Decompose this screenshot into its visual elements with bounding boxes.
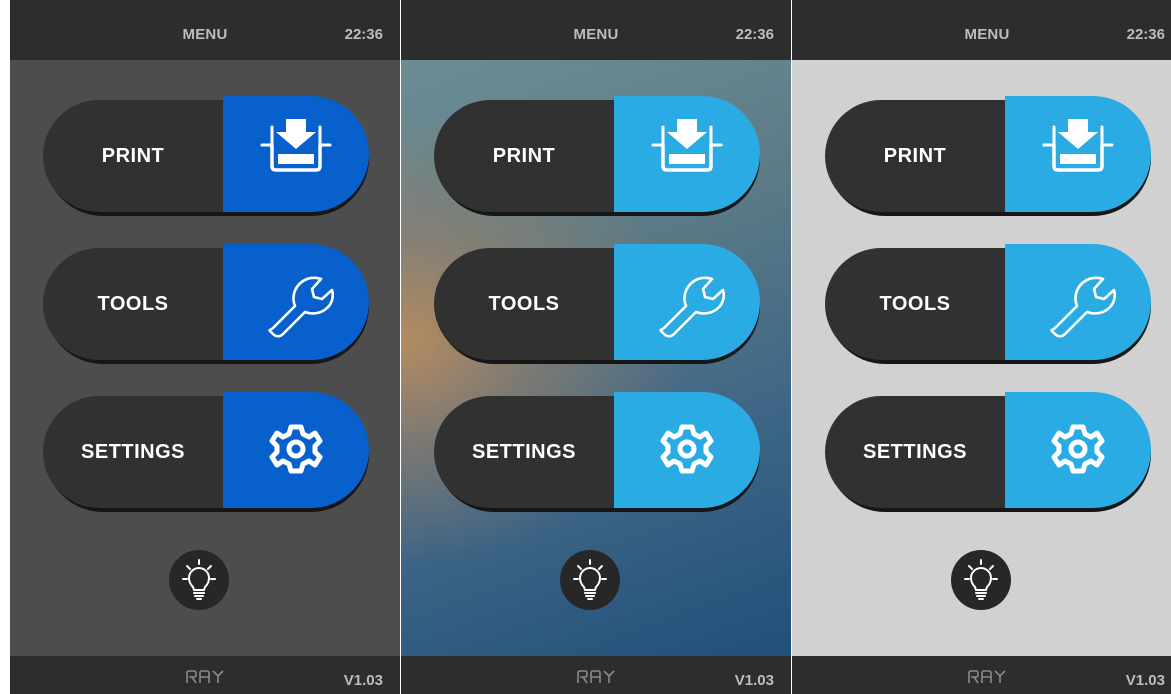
variant-panels: MENU 22:36 PRINT TOOLS SETTINGS V1.03 ME… <box>0 0 1171 694</box>
ray-logo <box>576 668 616 684</box>
print-download-icon <box>614 96 760 212</box>
settings-label: SETTINGS <box>862 441 967 463</box>
tools-icon-area <box>1005 244 1151 360</box>
settings-label: SETTINGS <box>80 441 185 463</box>
print-label: PRINT <box>101 145 165 167</box>
settings-icon-area <box>223 392 369 508</box>
ray-logo <box>185 668 225 684</box>
screen-title: MENU <box>964 26 1010 43</box>
version-label: V1.03 <box>1125 672 1165 689</box>
gear-icon <box>1005 392 1151 508</box>
tools-icon-area <box>223 244 369 360</box>
settings-button[interactable]: SETTINGS <box>825 392 1151 512</box>
screen-title: MENU <box>182 26 228 43</box>
settings-button[interactable]: SETTINGS <box>434 392 760 512</box>
lightbulb-icon <box>951 550 1011 610</box>
tools-icon-area <box>614 244 760 360</box>
print-icon-area <box>614 96 760 212</box>
status-bar: MENU 22:36 <box>792 0 1171 60</box>
ray-logo <box>967 668 1007 684</box>
footer-bar: V1.03 <box>401 656 791 694</box>
print-download-icon <box>223 96 369 212</box>
light-toggle-button[interactable] <box>560 550 620 610</box>
menu-panel-light: MENU 22:36 PRINT TOOLS SETTINGS V1.03 <box>792 0 1171 694</box>
settings-button[interactable]: SETTINGS <box>43 392 369 512</box>
print-download-icon <box>1005 96 1151 212</box>
light-toggle-button[interactable] <box>169 550 229 610</box>
wrench-icon <box>1005 244 1151 360</box>
status-bar: MENU 22:36 <box>10 0 400 60</box>
version-label: V1.03 <box>343 672 383 689</box>
print-icon-area <box>223 96 369 212</box>
lightbulb-icon <box>169 550 229 610</box>
print-button[interactable]: PRINT <box>43 96 369 216</box>
settings-icon-area <box>1005 392 1151 508</box>
footer-bar: V1.03 <box>10 656 400 694</box>
tools-label: TOOLS <box>488 293 560 315</box>
tools-label: TOOLS <box>97 293 169 315</box>
version-label: V1.03 <box>734 672 774 689</box>
tools-label: TOOLS <box>879 293 951 315</box>
status-bar: MENU 22:36 <box>401 0 791 60</box>
lightbulb-icon <box>560 550 620 610</box>
clock: 22:36 <box>735 26 774 43</box>
menu-panel-dark: MENU 22:36 PRINT TOOLS SETTINGS V1.03 <box>10 0 400 694</box>
tools-button[interactable]: TOOLS <box>825 244 1151 364</box>
light-toggle-button[interactable] <box>951 550 1011 610</box>
print-button[interactable]: PRINT <box>825 96 1151 216</box>
wrench-icon <box>614 244 760 360</box>
clock: 22:36 <box>344 26 383 43</box>
settings-label: SETTINGS <box>471 441 576 463</box>
tools-button[interactable]: TOOLS <box>43 244 369 364</box>
print-icon-area <box>1005 96 1151 212</box>
menu-panel-gradient: MENU 22:36 PRINT TOOLS SETTINGS V1.03 <box>401 0 791 694</box>
footer-bar: V1.03 <box>792 656 1171 694</box>
print-button[interactable]: PRINT <box>434 96 760 216</box>
settings-icon-area <box>614 392 760 508</box>
clock: 22:36 <box>1126 26 1165 43</box>
print-label: PRINT <box>492 145 556 167</box>
gear-icon <box>223 392 369 508</box>
gear-icon <box>614 392 760 508</box>
wrench-icon <box>223 244 369 360</box>
print-label: PRINT <box>883 145 947 167</box>
screen-title: MENU <box>573 26 619 43</box>
tools-button[interactable]: TOOLS <box>434 244 760 364</box>
